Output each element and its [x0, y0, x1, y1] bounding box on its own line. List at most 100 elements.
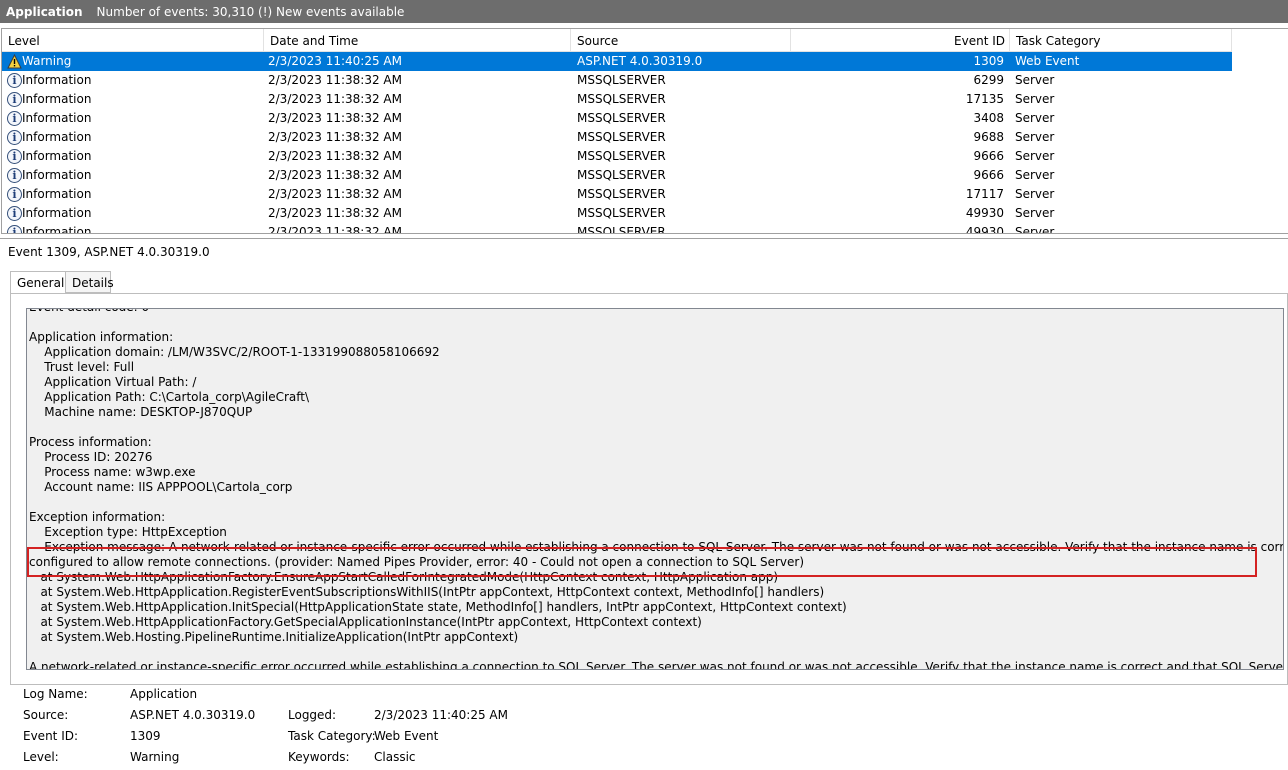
cell-source: MSSQLSERVER	[577, 149, 666, 163]
column-header-task-category[interactable]: Task Category	[1010, 29, 1232, 51]
cell-date: 2/3/2023 11:38:32 AM	[268, 225, 402, 234]
description-line	[29, 315, 1279, 330]
description-line: Application information:	[29, 330, 174, 344]
description-line: Process ID: 20276	[29, 450, 153, 464]
description-line: Application Virtual Path: /	[29, 375, 197, 389]
cell-source: MSSQLSERVER	[577, 111, 666, 125]
info-icon: i	[7, 111, 22, 126]
tab-details[interactable]: Details	[65, 271, 114, 293]
cell-date: 2/3/2023 11:38:32 AM	[268, 130, 402, 144]
info-icon: i	[7, 92, 22, 107]
description-line	[29, 495, 1279, 510]
table-row[interactable]: i Information 2/3/2023 11:38:32 AM MSSQLSER…	[2, 223, 1232, 234]
column-header-event-id[interactable]: Event ID	[791, 29, 1010, 51]
cell-task-category: Server	[1015, 206, 1055, 220]
cell-event-id: 17135	[965, 92, 1004, 106]
description-line: Application domain: /LM/W3SVC/2/ROOT-1-1…	[29, 345, 440, 359]
source-label: Source:	[23, 708, 69, 722]
cell-source: MSSQLSERVER	[577, 168, 666, 182]
event-count-status: Number of events: 30,310 (!) New events …	[96, 4, 405, 19]
log-name-title: Application	[6, 4, 83, 19]
log-name-label: Log Name:	[23, 687, 88, 701]
table-row[interactable]: i Information 2/3/2023 11:38:32 AM MSSQLSER…	[2, 204, 1232, 223]
cell-level: Information	[22, 73, 92, 87]
general-tab-content: Event detail code: 0 Application informat…	[10, 293, 1288, 685]
info-icon: i	[7, 225, 22, 233]
events-grid[interactable]: Level Date and Time Source Event ID Task…	[1, 28, 1288, 234]
cell-level: Information	[22, 111, 92, 125]
event-detail-title: Event 1309, ASP.NET 4.0.30319.0	[0, 238, 1288, 264]
description-line: Process information:	[29, 435, 152, 449]
description-line: Event detail code: 0	[29, 309, 1279, 315]
cell-date: 2/3/2023 11:38:32 AM	[268, 206, 402, 220]
description-line: Application Path: C:\Cartola_corp\AgileC…	[29, 390, 310, 404]
description-line: at System.Web.HttpApplicationFactory.Get…	[29, 615, 702, 629]
description-line	[29, 420, 1279, 435]
info-icon: i	[7, 149, 22, 164]
cell-task-category: Server	[1015, 130, 1055, 144]
column-header-source[interactable]: Source	[571, 29, 791, 51]
keywords-value: Classic	[374, 750, 416, 764]
description-line: Account name: IIS APPPOOL\Cartola_corp	[29, 480, 293, 494]
title-bar: Application Number of events: 30,310 (!)…	[0, 0, 1288, 23]
cell-event-id: 9688	[973, 130, 1004, 144]
cell-date: 2/3/2023 11:40:25 AM	[268, 54, 402, 68]
cell-source: ASP.NET 4.0.30319.0	[577, 54, 703, 68]
cell-level: Information	[22, 225, 92, 234]
description-text: Event detail code: 0 Application informat…	[27, 309, 1284, 670]
cell-task-category: Server	[1015, 111, 1055, 125]
table-row[interactable]: i Information 2/3/2023 11:38:32 AM MSSQLSER…	[2, 166, 1232, 185]
logged-label: Logged:	[288, 708, 337, 722]
description-line	[29, 645, 1279, 660]
description-line: at System.Web.HttpApplication.RegisterEv…	[29, 585, 825, 599]
task-category-label: Task Category:	[288, 729, 376, 743]
cell-source: MSSQLSERVER	[577, 225, 666, 234]
grid-header: Level Date and Time Source Event ID Task…	[2, 29, 1232, 52]
cell-event-id: 9666	[973, 149, 1004, 163]
table-row[interactable]: Warning 2/3/2023 11:40:25 AM ASP.NET 4.0.3…	[2, 52, 1232, 71]
cell-task-category: Server	[1015, 149, 1055, 163]
cell-level: Warning	[22, 54, 72, 68]
cell-event-id: 6299	[973, 73, 1004, 87]
cell-event-id: 49930	[965, 225, 1004, 234]
column-header-date[interactable]: Date and Time	[264, 29, 571, 51]
cell-source: MSSQLSERVER	[577, 92, 666, 106]
cell-task-category: Web Event	[1015, 54, 1080, 68]
table-row[interactable]: i Information 2/3/2023 11:38:32 AM MSSQLSER…	[2, 71, 1232, 90]
column-header-level[interactable]: Level	[2, 29, 264, 51]
cell-task-category: Server	[1015, 73, 1055, 87]
keywords-label: Keywords:	[288, 750, 350, 764]
info-icon: i	[7, 168, 22, 183]
source-value: ASP.NET 4.0.30319.0	[130, 708, 256, 722]
cell-level: Information	[22, 206, 92, 220]
table-row[interactable]: i Information 2/3/2023 11:38:32 AM MSSQLSER…	[2, 147, 1232, 166]
cell-source: MSSQLSERVER	[577, 73, 666, 87]
table-row[interactable]: i Information 2/3/2023 11:38:32 AM MSSQLSER…	[2, 90, 1232, 109]
description-line: A network-related or instance-specific e…	[29, 660, 1284, 670]
cell-level: Information	[22, 149, 92, 163]
description-line: Trust level: Full	[29, 360, 135, 374]
table-row[interactable]: i Information 2/3/2023 11:38:32 AM MSSQLSER…	[2, 128, 1232, 147]
description-line: Machine name: DESKTOP-J870QUP	[29, 405, 253, 419]
cell-level: Information	[22, 130, 92, 144]
event-id-value: 1309	[130, 729, 161, 743]
description-line: Exception type: HttpException	[29, 525, 227, 539]
cell-date: 2/3/2023 11:38:32 AM	[268, 111, 402, 125]
cell-date: 2/3/2023 11:38:32 AM	[268, 73, 402, 87]
exception-message-highlight	[27, 547, 1257, 577]
cell-source: MSSQLSERVER	[577, 130, 666, 144]
event-description[interactable]: Event detail code: 0 Application informat…	[26, 308, 1284, 670]
table-row[interactable]: i Information 2/3/2023 11:38:32 AM MSSQLSER…	[2, 109, 1232, 128]
event-id-label: Event ID:	[23, 729, 79, 743]
cell-event-id: 49930	[965, 206, 1004, 220]
table-row[interactable]: i Information 2/3/2023 11:38:32 AM MSSQLSER…	[2, 185, 1232, 204]
cell-source: MSSQLSERVER	[577, 206, 666, 220]
cell-level: Information	[22, 92, 92, 106]
cell-level: Information	[22, 168, 92, 182]
tab-general[interactable]: General	[10, 271, 66, 294]
level-value: Warning	[130, 750, 180, 764]
cell-task-category: Server	[1015, 187, 1055, 201]
logged-value: 2/3/2023 11:40:25 AM	[374, 708, 508, 722]
info-icon: i	[7, 130, 22, 145]
cell-date: 2/3/2023 11:38:32 AM	[268, 168, 402, 182]
